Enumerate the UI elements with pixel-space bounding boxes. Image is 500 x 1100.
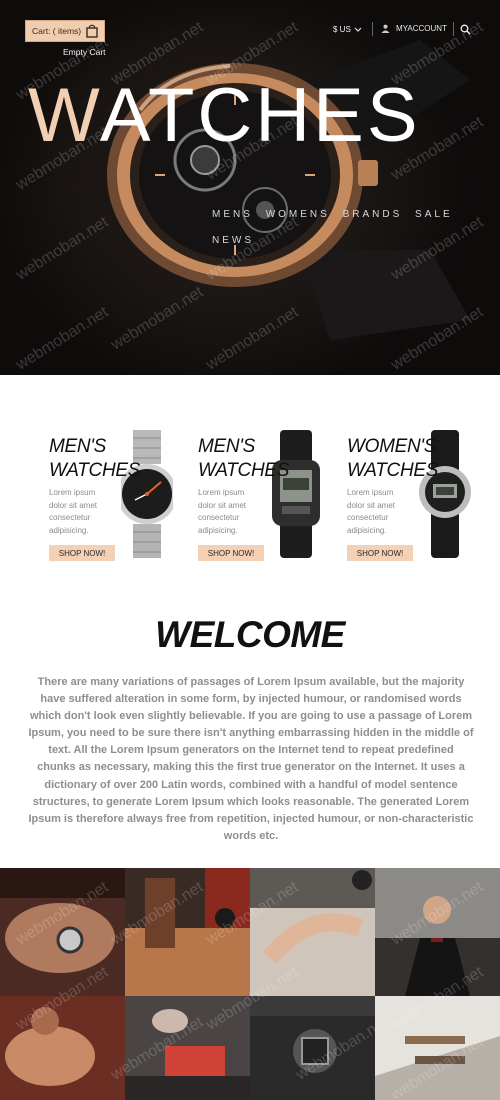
- header-divider: [453, 22, 454, 36]
- product-card: MEN'S WATCHES Lorem ipsum dolor sit amet …: [49, 427, 174, 567]
- welcome-heading: WELCOME: [155, 614, 345, 655]
- search-icon[interactable]: [460, 24, 471, 35]
- shop-now-button[interactable]: SHOP NOW!: [347, 545, 413, 561]
- currency-label: $ US: [333, 25, 351, 34]
- welcome-text: There are many variations of passages of…: [28, 676, 474, 842]
- cart-button[interactable]: Cart: ( items): [25, 20, 105, 42]
- empty-cart-link[interactable]: Empty Cart: [63, 47, 106, 57]
- nav-item-mens[interactable]: MENS: [212, 209, 253, 220]
- gallery-image[interactable]: [250, 868, 375, 996]
- chevron-down-icon: [354, 27, 362, 32]
- product-description: Lorem ipsum dolor sit amet consectetur a…: [347, 488, 396, 535]
- gallery-image[interactable]: [250, 996, 375, 1100]
- currency-selector[interactable]: $ US: [333, 25, 362, 34]
- nav-item-sale[interactable]: SALE: [415, 209, 453, 220]
- product-description: Lorem ipsum dolor sit amet consectetur a…: [198, 488, 247, 535]
- product-categories: MEN'S WATCHES Lorem ipsum dolor sit amet …: [0, 375, 500, 590]
- gallery-image[interactable]: [0, 868, 125, 996]
- user-icon: [381, 24, 390, 33]
- gallery-image[interactable]: [125, 996, 250, 1100]
- my-account-link[interactable]: MYACCOUNT: [381, 24, 447, 33]
- hero-banner: Cart: ( items) Empty Cart $ US MYACCOUNT…: [0, 0, 500, 375]
- gallery-image[interactable]: [125, 868, 250, 996]
- product-description: Lorem ipsum dolor sit amet consectetur a…: [49, 488, 98, 535]
- hero-title-accent: W: [28, 73, 100, 158]
- shopping-bag-icon: [86, 24, 98, 38]
- gallery-image[interactable]: [375, 996, 500, 1100]
- gallery-image[interactable]: [0, 996, 125, 1100]
- product-card: MEN'S WATCHES Lorem ipsum dolor sit amet …: [198, 427, 323, 567]
- hero-title-rest: ATCHES: [99, 73, 421, 158]
- shop-now-button[interactable]: SHOP NOW!: [49, 545, 115, 561]
- cart-label: Cart: ( items): [32, 26, 82, 36]
- product-title: MEN'S WATCHES: [198, 436, 290, 481]
- account-label: MYACCOUNT: [396, 24, 447, 33]
- product-title: WOMEN'S WATCHES: [347, 436, 439, 481]
- nav-item-brands[interactable]: BRANDS: [343, 209, 403, 220]
- photo-gallery: [0, 868, 500, 1100]
- product-title: MEN'S WATCHES: [49, 436, 141, 481]
- gallery-image[interactable]: [375, 868, 500, 996]
- nav-item-womens[interactable]: WOMENS: [266, 209, 330, 220]
- main-nav: MENS WOMENS BRANDS SALE NEWS: [212, 202, 482, 254]
- nav-item-news[interactable]: NEWS: [212, 235, 254, 246]
- header-divider: [372, 22, 373, 36]
- product-card: WOMEN'S WATCHES Lorem ipsum dolor sit ame…: [347, 427, 472, 567]
- hero-title: WATCHES: [28, 78, 421, 154]
- shop-now-button[interactable]: SHOP NOW!: [198, 545, 264, 561]
